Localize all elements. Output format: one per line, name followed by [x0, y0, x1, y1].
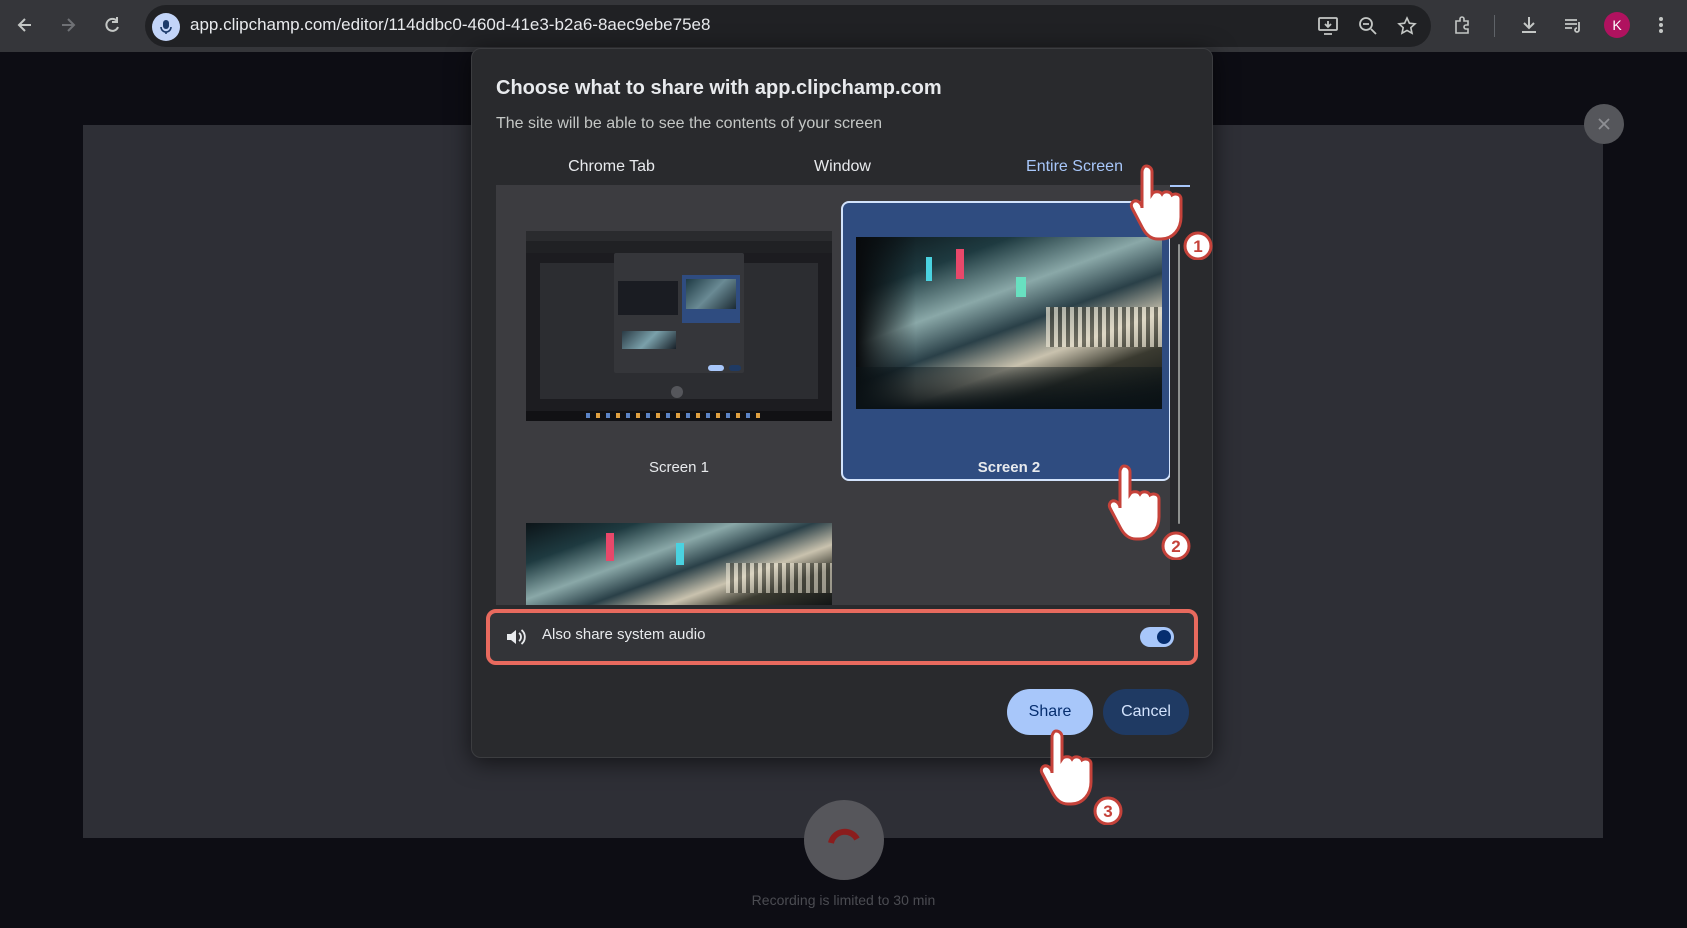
dialog-title: Choose what to share with app.clipchamp.… [496, 77, 942, 99]
share-tabs: Chrome Tab Window Entire Screen [496, 149, 1190, 187]
profile-avatar[interactable]: K [1604, 12, 1630, 38]
dialog-subtitle: The site will be able to see the content… [496, 115, 882, 132]
screen-share-dialog: Choose what to share with app.clipchamp.… [471, 48, 1213, 758]
step-1-badge: 1 [1193, 237, 1202, 256]
tab-chrome-tab[interactable]: Chrome Tab [496, 149, 727, 187]
forward-icon[interactable] [53, 10, 83, 40]
browser-toolbar: app.clipchamp.com/editor/114ddbc0-460d-4… [0, 0, 1687, 52]
pointer-hand-icon: 1 [1129, 164, 1213, 260]
step-3-badge: 3 [1103, 802, 1112, 821]
zoom-icon[interactable] [1355, 13, 1381, 39]
mic-icon[interactable] [152, 13, 180, 41]
pointer-hand-icon: 2 [1107, 464, 1191, 560]
pointer-hand-icon: 3 [1039, 729, 1123, 825]
recording-limit-text: Recording is limited to 30 min [751, 892, 936, 908]
toolbar-separator [1494, 15, 1495, 37]
bookmark-star-icon[interactable] [1394, 13, 1420, 39]
reload-icon[interactable] [97, 10, 127, 40]
screen-picker-panel: Screen 1 Screen 2 [496, 185, 1170, 605]
speaker-icon [507, 629, 526, 645]
toggle-knob [1157, 630, 1171, 644]
install-app-icon[interactable] [1315, 13, 1341, 39]
system-audio-label: Also share system audio [542, 626, 706, 643]
step-2-badge: 2 [1171, 537, 1180, 556]
screen-2-thumbnail[interactable] [856, 237, 1162, 409]
back-icon[interactable] [10, 10, 40, 40]
screen-1-thumbnail[interactable] [526, 231, 832, 421]
address-bar[interactable]: app.clipchamp.com/editor/114ddbc0-460d-4… [145, 5, 1431, 47]
url-text[interactable]: app.clipchamp.com/editor/114ddbc0-460d-4… [190, 15, 710, 35]
record-button[interactable] [804, 800, 884, 880]
close-icon[interactable] [1584, 104, 1624, 144]
download-icon[interactable] [1514, 10, 1544, 40]
extensions-icon[interactable] [1448, 10, 1478, 40]
screen-3-thumbnail[interactable] [526, 523, 832, 605]
menu-icon[interactable] [1646, 10, 1676, 40]
tab-window[interactable]: Window [727, 149, 958, 187]
system-audio-row[interactable]: Also share system audio [486, 609, 1198, 665]
media-controls-icon[interactable] [1558, 10, 1588, 40]
system-audio-toggle[interactable] [1140, 627, 1174, 647]
screen-1-label[interactable]: Screen 1 [526, 459, 832, 479]
